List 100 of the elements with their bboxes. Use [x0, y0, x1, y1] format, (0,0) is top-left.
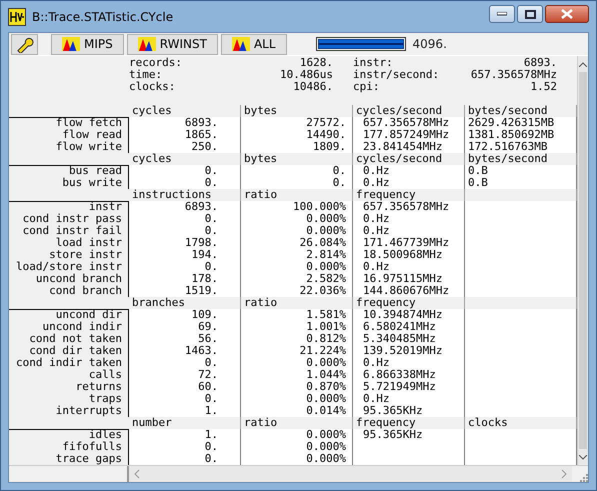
table-cell: 0.812%: [241, 333, 353, 345]
table-cell: 0.: [129, 453, 241, 465]
table-cell: 0.870%: [241, 381, 353, 393]
table-cell: 1463.: [129, 345, 241, 357]
table-cell: 1381.850692MB: [465, 129, 577, 141]
table-cell: 0.: [129, 261, 241, 273]
table-cell: 0.000%: [241, 213, 353, 225]
table-cell: 0.: [129, 177, 241, 189]
table-cell: 18.500968MHz: [353, 249, 465, 261]
chart-icon: [232, 37, 250, 51]
table-cell: 72.: [129, 369, 241, 381]
table-cell: 0.Hz: [353, 261, 465, 273]
table-cell: 0.B: [465, 177, 577, 189]
table-cell: 657.356578MHz: [353, 201, 465, 213]
app-icon: [8, 8, 26, 26]
minimize-button[interactable]: [489, 5, 515, 23]
table-cell: 1519.: [129, 285, 241, 297]
table-cell: 657.356578MHz: [353, 117, 465, 129]
table-cell: 0.014%: [241, 405, 353, 417]
table-cell: 56.: [129, 333, 241, 345]
table-cell: 2629.426315MB: [465, 117, 577, 129]
table-cell: 26.084%: [241, 237, 353, 249]
table-cell: 6893.: [129, 117, 241, 129]
table-cell: 1865.: [129, 129, 241, 141]
table-cell: 2.814%: [241, 249, 353, 261]
window-title: B::Trace.STATistic.CYcle: [32, 8, 174, 26]
table-cell: 6893.: [129, 201, 241, 213]
scroll-down-icon[interactable]: [579, 454, 587, 460]
table-cell: 0.: [129, 441, 241, 453]
table-cell: 0.B: [465, 165, 577, 177]
scroll-up-icon[interactable]: [579, 62, 587, 66]
table-cell: 0.: [129, 213, 241, 225]
table-cell: 0.Hz: [353, 213, 465, 225]
table-cell: 144.860676MHz: [353, 285, 465, 297]
summary-value: 1628.: [300, 57, 333, 69]
table-cell: 5.721949MHz: [353, 381, 465, 393]
summary-label: instr/second:: [353, 69, 440, 81]
table-cell: 27572.: [241, 117, 353, 129]
table-cell: 0.000%: [241, 453, 353, 465]
table-cell: 0.000%: [241, 441, 353, 453]
table-cell: 172.516763MB: [465, 141, 577, 153]
summary-value: 10.486us: [280, 69, 333, 81]
table-cell: 0.000%: [241, 393, 353, 405]
toolbar-button[interactable]: RWINST: [126, 34, 218, 54]
table-cell: 0.Hz: [353, 165, 465, 177]
table-cell: 69.: [129, 321, 241, 333]
table-cell: 0.: [129, 225, 241, 237]
table-cell: 10.394874MHz: [353, 309, 465, 321]
summary-value: 10486.: [293, 81, 333, 93]
table-cell: 171.467739MHz: [353, 237, 465, 249]
minimize-icon: [497, 12, 507, 16]
summary-label: instr:: [353, 57, 393, 69]
table-cell: 1.581%: [241, 309, 353, 321]
table-cell: 0.: [241, 165, 353, 177]
summary-value: 6893.: [524, 57, 557, 69]
table-cell: 194.: [129, 249, 241, 261]
table-cell: 2.582%: [241, 273, 353, 285]
table-cell: 1.044%: [241, 369, 353, 381]
summary-value: 657.356578MHz: [470, 69, 557, 81]
table-cell: 0.Hz: [353, 225, 465, 237]
table-cell: 100.000%: [241, 201, 353, 213]
toolbar-button[interactable]: MIPS: [51, 34, 124, 54]
table-cell: 1809.: [241, 141, 353, 153]
maximize-icon: [524, 10, 536, 18]
vertical-scrollbar[interactable]: [577, 56, 588, 465]
chart-icon: [138, 37, 156, 51]
table-cell: 95.365KHz: [353, 405, 465, 417]
table-cell: 22.036%: [241, 285, 353, 297]
table-cell: 5.340485MHz: [353, 333, 465, 345]
table-cell: 1798.: [129, 237, 241, 249]
table-cell: 0.: [129, 393, 241, 405]
table-cell: 60.: [129, 381, 241, 393]
table-cell: 0.000%: [241, 261, 353, 273]
table-cell: 95.365KHz: [353, 429, 465, 441]
close-icon: [561, 9, 573, 19]
table-cell: 250.: [129, 141, 241, 153]
table-cell: 1.001%: [241, 321, 353, 333]
table-cell: 1.: [129, 405, 241, 417]
table-cell: 177.857249MHz: [353, 129, 465, 141]
summary-label: records:: [129, 57, 182, 69]
table-cell: 0.: [241, 177, 353, 189]
summary-label: clocks:: [129, 81, 176, 93]
summary-label: cpi:: [353, 81, 380, 93]
table-cell: 0.: [129, 357, 241, 369]
summary-label: time:: [129, 69, 162, 81]
resize-grip-icon[interactable]: [580, 474, 588, 482]
table-cell: 23.841454MHz: [353, 141, 465, 153]
table-cell: 0.Hz: [353, 393, 465, 405]
table-cell: 16.975115MHz: [353, 273, 465, 285]
table-cell: 0.000%: [241, 429, 353, 441]
table-cell: 109.: [129, 309, 241, 321]
close-button[interactable]: [545, 5, 589, 23]
table-cell: 6.580241MHz: [353, 321, 465, 333]
settings-button[interactable]: [11, 34, 38, 54]
table-cell: 21.224%: [241, 345, 353, 357]
table-cell: 0.: [129, 165, 241, 177]
toolbar-button[interactable]: ALL: [220, 34, 287, 54]
table-cell: 0.000%: [241, 225, 353, 237]
maximize-button[interactable]: [517, 5, 543, 23]
chart-icon: [62, 37, 80, 51]
